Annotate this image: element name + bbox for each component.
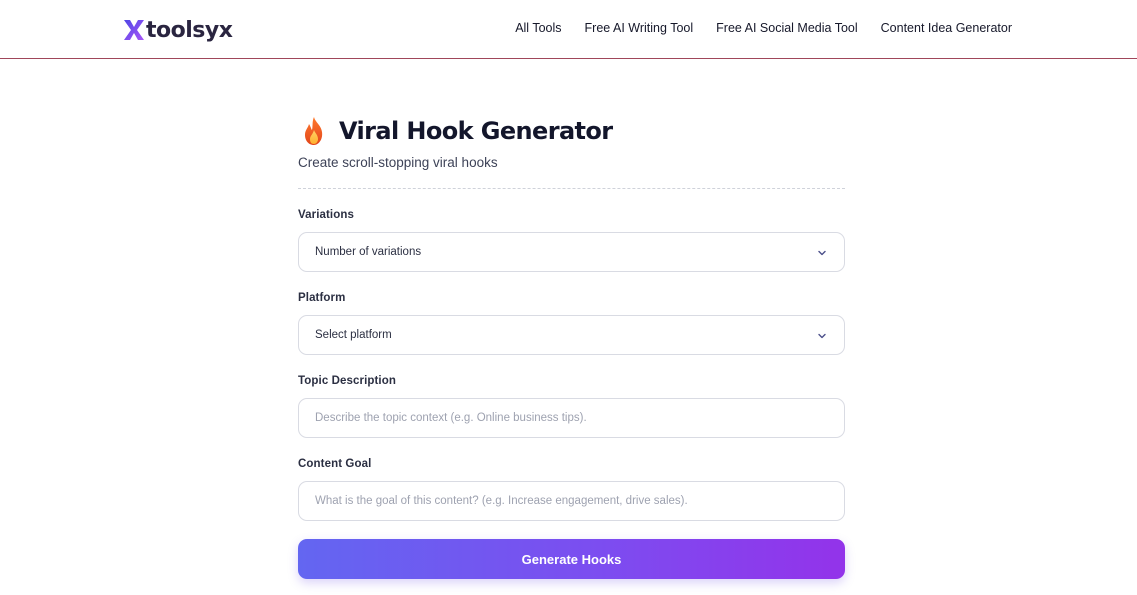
divider [298,188,845,189]
content-goal-placeholder: What is the goal of this content? (e.g. … [315,495,688,507]
content-goal-label: Content Goal [298,458,372,470]
topic-description-input[interactable]: Describe the topic context (e.g. Online … [298,398,845,438]
nav-content-idea-generator[interactable]: Content Idea Generator [881,21,1012,35]
chevron-down-icon [818,250,826,256]
topic-description-label: Topic Description [298,375,396,387]
nav-free-ai-social-media-tool[interactable]: Free AI Social Media Tool [716,21,858,35]
variations-select[interactable]: Number of variations [298,232,845,272]
page-title: Viral Hook Generator [339,117,613,145]
platform-select-value: Select platform [315,329,392,341]
nav-all-tools[interactable]: All Tools [515,21,561,35]
logo-x-icon [124,20,144,40]
nav-free-ai-writing-tool[interactable]: Free AI Writing Tool [585,21,694,35]
platform-label: Platform [298,292,346,304]
page-subtitle: Create scroll-stopping viral hooks [298,155,498,170]
platform-select[interactable]: Select platform [298,315,845,355]
logo[interactable]: toolsyx [123,16,233,44]
site-header: toolsyx All Tools Free AI Writing Tool F… [0,0,1137,59]
title-row: Viral Hook Generator [298,113,845,149]
chevron-down-icon [818,333,826,339]
tool-card: Viral Hook Generator Create scroll-stopp… [298,113,845,579]
variations-select-value: Number of variations [315,246,422,258]
topic-description-placeholder: Describe the topic context (e.g. Online … [315,412,587,424]
variations-label: Variations [298,209,354,221]
logo-text: toolsyx [146,17,233,43]
generate-hooks-button[interactable]: Generate Hooks [298,539,845,579]
main-nav: All Tools Free AI Writing Tool Free AI S… [515,21,1012,35]
content-goal-input[interactable]: What is the goal of this content? (e.g. … [298,481,845,521]
fire-icon [305,117,323,145]
